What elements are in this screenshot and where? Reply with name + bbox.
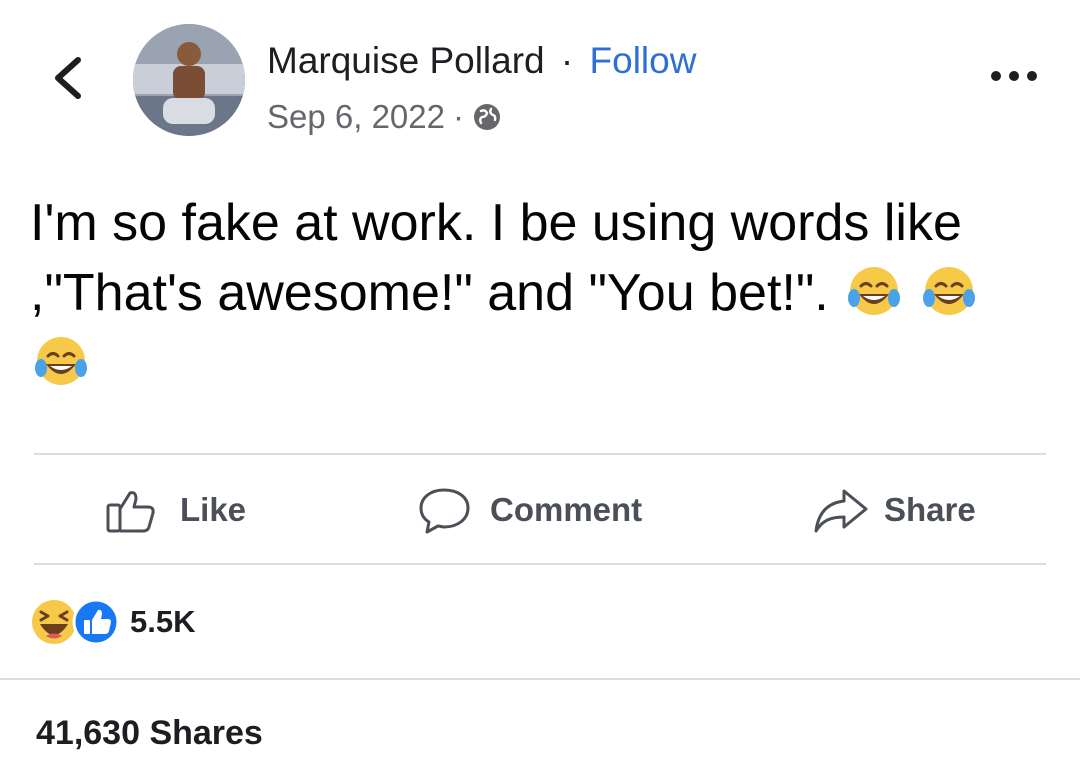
separator-dot: · bbox=[560, 40, 574, 81]
comment-button[interactable]: Comment bbox=[416, 484, 642, 536]
face-with-tears-of-joy-icon bbox=[35, 337, 87, 385]
haha-icon bbox=[32, 600, 76, 644]
author-name[interactable]: Marquise Pollard bbox=[267, 40, 545, 81]
more-icon[interactable] bbox=[988, 66, 1040, 86]
post-date[interactable]: Sep 6, 2022 bbox=[267, 96, 445, 138]
like-icon bbox=[72, 598, 120, 646]
face-with-tears-of-joy-icon bbox=[848, 267, 901, 315]
post-text: I'm so fake at work. I be using words li… bbox=[30, 194, 962, 322]
face-with-tears-of-joy-icon bbox=[922, 267, 975, 315]
post-meta: Sep 6, 2022 · bbox=[267, 96, 502, 138]
divider bbox=[34, 563, 1046, 565]
share-count[interactable]: 41,630 Shares bbox=[36, 714, 263, 753]
separator-dot: · bbox=[453, 98, 464, 135]
share-button[interactable]: Share bbox=[812, 484, 976, 536]
divider bbox=[0, 678, 1080, 680]
reaction-summary[interactable]: 5.5K bbox=[30, 598, 195, 646]
avatar[interactable] bbox=[133, 24, 245, 136]
follow-button[interactable]: Follow bbox=[590, 40, 697, 81]
divider bbox=[34, 453, 1046, 455]
globe-icon bbox=[474, 104, 500, 130]
reaction-count: 5.5K bbox=[130, 604, 196, 639]
post-header-title: Marquise Pollard · Follow bbox=[267, 38, 696, 84]
like-button[interactable]: Like bbox=[104, 484, 246, 536]
post-body: I'm so fake at work. I be using words li… bbox=[30, 188, 1050, 398]
comment-icon bbox=[419, 488, 470, 534]
share-label: Share bbox=[884, 491, 976, 528]
back-chevron-icon[interactable] bbox=[44, 52, 92, 104]
share-icon bbox=[814, 489, 868, 533]
avatar-photo bbox=[133, 24, 245, 136]
like-label: Like bbox=[180, 491, 247, 528]
thumbs-up-icon bbox=[106, 491, 155, 533]
comment-label: Comment bbox=[490, 491, 643, 528]
